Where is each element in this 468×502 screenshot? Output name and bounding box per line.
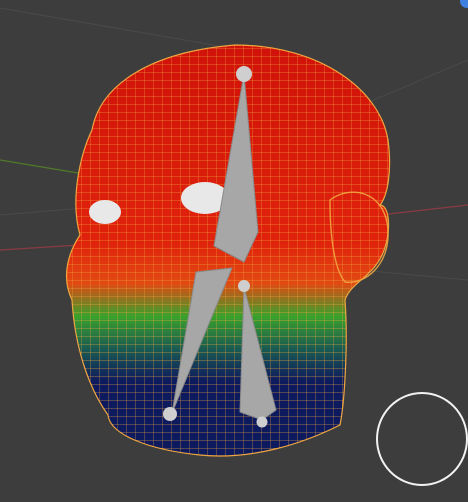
left-eye [89, 200, 121, 224]
bone-mid-joint[interactable] [238, 280, 250, 292]
brush-radius-cursor [376, 392, 468, 486]
y-axis-line [0, 159, 91, 176]
bone-jaw-tip[interactable] [163, 407, 177, 421]
grid-line [359, 269, 468, 281]
bone-chin-tip[interactable] [256, 416, 268, 428]
bone-head-joint[interactable] [236, 66, 252, 82]
x-axis-line [0, 244, 81, 251]
3d-viewport[interactable] [0, 0, 468, 502]
x-axis-line [379, 204, 468, 216]
